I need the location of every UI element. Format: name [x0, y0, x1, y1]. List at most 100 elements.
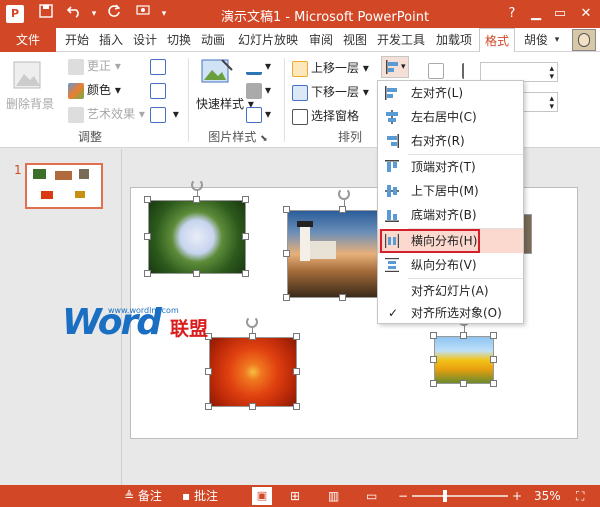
resize-handle[interactable]: [430, 356, 437, 363]
tab-home[interactable]: 开始: [62, 28, 92, 52]
customize-icon[interactable]: [134, 4, 154, 24]
close-icon[interactable]: ✕: [574, 3, 598, 25]
resize-handle[interactable]: [205, 403, 212, 410]
resize-handle[interactable]: [249, 333, 256, 340]
menu-item-align-center[interactable]: 左右居中(C): [378, 105, 523, 129]
menu-item-align-selected-objects[interactable]: ✓ 对齐所选对象(O): [378, 301, 523, 325]
menu-item-align-top[interactable]: 顶端对齐(T): [378, 155, 523, 179]
picture-chrysanthemum[interactable]: [209, 337, 297, 407]
minimize-icon[interactable]: ▁: [524, 3, 548, 25]
customize-dropdown-icon[interactable]: ▾: [154, 4, 174, 24]
resize-handle[interactable]: [144, 270, 151, 277]
tab-animations[interactable]: 动画: [198, 28, 228, 52]
save-icon[interactable]: [36, 4, 56, 24]
resize-handle[interactable]: [242, 196, 249, 203]
user-name[interactable]: 胡俊: [521, 28, 551, 52]
height-input[interactable]: ▴ ▾: [480, 62, 558, 82]
menu-item-align-to-slide[interactable]: 对齐幻灯片(A): [378, 279, 523, 303]
slide-sorter-icon[interactable]: ⊞: [290, 485, 300, 507]
tab-insert[interactable]: 插入: [96, 28, 126, 52]
resize-handle[interactable]: [283, 206, 290, 213]
bring-forward-button[interactable]: 上移一层 ▾: [292, 58, 369, 78]
restore-icon[interactable]: ▭: [548, 3, 572, 25]
align-button[interactable]: ▾: [381, 56, 409, 78]
compress-pictures-icon[interactable]: [150, 56, 169, 76]
resize-handle[interactable]: [293, 368, 300, 375]
menu-item-distribute-vertical[interactable]: 纵向分布(V): [378, 253, 523, 277]
resize-handle[interactable]: [293, 333, 300, 340]
zoom-slider-thumb[interactable]: [442, 490, 447, 502]
undo-icon[interactable]: [64, 4, 84, 24]
tab-developer[interactable]: 开发工具: [374, 28, 428, 52]
picture-tulips[interactable]: [434, 336, 494, 384]
send-backward-button[interactable]: 下移一层 ▾: [292, 82, 369, 102]
tab-review[interactable]: 审阅: [306, 28, 336, 52]
resize-handle[interactable]: [193, 196, 200, 203]
tab-transitions[interactable]: 切换: [164, 28, 194, 52]
rotate-handle[interactable]: [246, 316, 258, 328]
rotate-handle[interactable]: [191, 179, 203, 191]
tab-addins[interactable]: 加载项: [432, 28, 476, 52]
tab-format[interactable]: 格式: [479, 28, 515, 53]
tab-design[interactable]: 设计: [130, 28, 160, 52]
slide-thumbnail[interactable]: [25, 163, 103, 209]
zoom-level[interactable]: 35%: [534, 485, 561, 507]
resize-handle[interactable]: [193, 270, 200, 277]
rotate-handle[interactable]: [338, 188, 350, 200]
corrections-button[interactable]: 更正 ▾: [68, 56, 121, 76]
resize-handle[interactable]: [339, 206, 346, 213]
resize-handle[interactable]: [242, 270, 249, 277]
selection-pane-button[interactable]: 选择窗格: [292, 106, 359, 126]
tab-view[interactable]: 视图: [340, 28, 370, 52]
picture-border-button[interactable]: ▾: [246, 56, 271, 76]
remove-background-icon[interactable]: [10, 60, 50, 96]
picture-hydrangea[interactable]: [148, 200, 246, 274]
picture-layout-button[interactable]: ▾: [246, 104, 271, 124]
quick-styles-icon[interactable]: [200, 58, 240, 90]
notes-button[interactable]: ≜ 备注: [124, 485, 162, 507]
menu-item-distribute-horizontal[interactable]: 横向分布(H): [378, 229, 523, 253]
resize-handle[interactable]: [242, 233, 249, 240]
normal-view-icon[interactable]: ▣: [252, 487, 272, 505]
resize-handle[interactable]: [144, 233, 151, 240]
reading-view-icon[interactable]: ▥: [328, 485, 339, 507]
powerpoint-icon[interactable]: P: [6, 5, 24, 23]
resize-handle[interactable]: [430, 332, 437, 339]
crop-icon[interactable]: [428, 60, 447, 80]
help-icon[interactable]: ?: [500, 3, 524, 25]
undo-dropdown-icon[interactable]: ▾: [84, 4, 104, 24]
zoom-slider[interactable]: [412, 495, 508, 497]
menu-item-align-right[interactable]: 右对齐(R): [378, 129, 523, 153]
color-button[interactable]: 颜色 ▾: [68, 80, 121, 100]
artistic-effects-button[interactable]: 艺术效果 ▾: [68, 104, 145, 124]
reset-picture-icon[interactable]: ▾: [150, 104, 179, 124]
menu-item-align-middle[interactable]: 上下居中(M): [378, 179, 523, 203]
comments-button[interactable]: ▪ 批注: [182, 485, 218, 507]
tab-file[interactable]: 文件: [0, 28, 56, 52]
resize-handle[interactable]: [460, 332, 467, 339]
resize-handle[interactable]: [490, 380, 497, 387]
resize-handle[interactable]: [430, 380, 437, 387]
avatar[interactable]: [572, 29, 596, 51]
resize-handle[interactable]: [490, 332, 497, 339]
resize-handle[interactable]: [144, 196, 151, 203]
resize-handle[interactable]: [249, 403, 256, 410]
user-dropdown-icon[interactable]: ▾: [550, 28, 564, 52]
resize-handle[interactable]: [283, 294, 290, 301]
resize-handle[interactable]: [460, 380, 467, 387]
resize-handle[interactable]: [339, 294, 346, 301]
resize-handle[interactable]: [490, 356, 497, 363]
resize-handle[interactable]: [283, 250, 290, 257]
tab-slideshow[interactable]: 幻灯片放映: [232, 28, 304, 52]
zoom-out-button[interactable]: −: [398, 485, 408, 507]
menu-item-align-left[interactable]: 左对齐(L): [378, 81, 523, 105]
zoom-in-button[interactable]: +: [512, 485, 522, 507]
resize-handle[interactable]: [293, 403, 300, 410]
resize-handle[interactable]: [205, 368, 212, 375]
change-picture-icon[interactable]: [150, 80, 169, 100]
menu-item-align-bottom[interactable]: 底端对齐(B): [378, 203, 523, 227]
fit-slide-icon[interactable]: ⛶: [576, 485, 584, 507]
slideshow-icon[interactable]: ▭: [366, 485, 377, 507]
remove-background-button[interactable]: 删除背景: [6, 94, 54, 114]
picture-effects-button[interactable]: ▾: [246, 80, 271, 100]
